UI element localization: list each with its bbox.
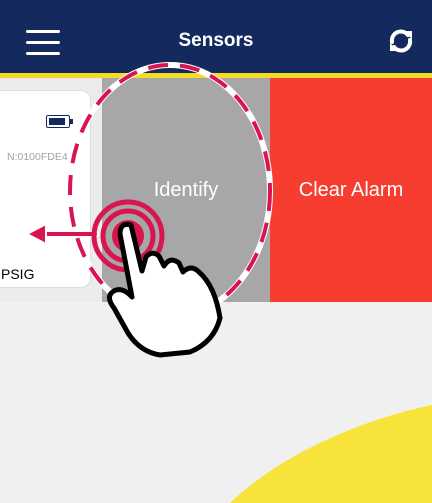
- battery-icon: [46, 115, 73, 128]
- clear-alarm-label: Clear Alarm: [298, 178, 404, 201]
- page-title: Sensors: [178, 30, 254, 51]
- pressure-unit: PSIG: [1, 266, 35, 282]
- identify-label: Identify: [153, 178, 219, 201]
- sensor-serial: N:0100FDE4: [7, 151, 68, 163]
- identify-button[interactable]: Identify: [102, 78, 270, 302]
- yellow-wave: [230, 405, 432, 503]
- refresh-icon[interactable]: [384, 24, 418, 58]
- clear-alarm-button[interactable]: Clear Alarm: [270, 78, 432, 302]
- app-header: Sensors: [0, 0, 432, 73]
- sensor-card[interactable]: N:0100FDE4 PSIG re hesterton: [0, 90, 91, 288]
